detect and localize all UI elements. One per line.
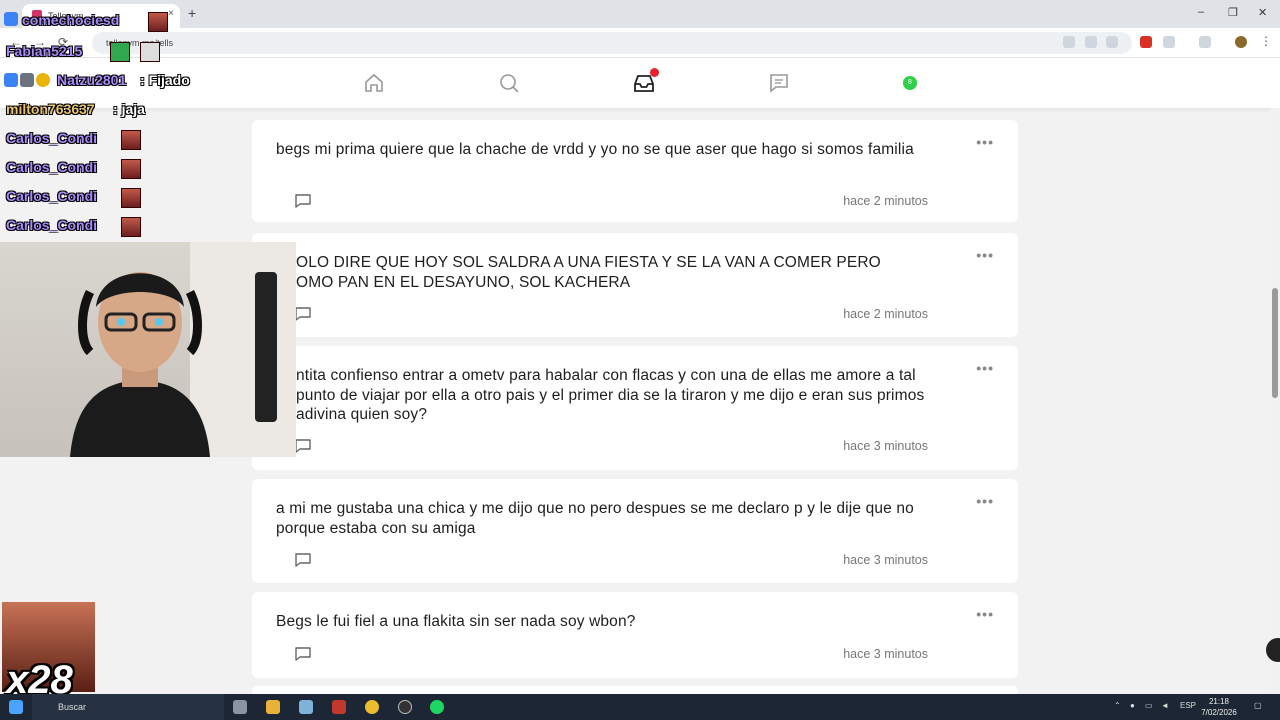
emote-icon — [140, 42, 160, 62]
microphone — [255, 272, 277, 422]
tell-timestamp: hace 3 minutos — [843, 553, 928, 567]
chat-username: Fabian5215 — [6, 43, 83, 59]
taskbar-search[interactable]: Buscar — [32, 694, 224, 720]
emote-icon — [121, 130, 141, 150]
clock-time: 21:18 — [1208, 697, 1230, 706]
search-placeholder: Buscar — [58, 702, 87, 712]
emote-icon — [121, 188, 141, 208]
tell-timestamp: hace 2 minutos — [843, 194, 928, 208]
more-options-icon[interactable]: ••• — [976, 360, 994, 376]
app-icon[interactable] — [332, 700, 346, 714]
webcam-overlay — [0, 242, 296, 457]
tab-close-icon[interactable]: × — [168, 8, 174, 19]
network-icon[interactable]: ▭ — [1145, 701, 1153, 710]
new-tab-button[interactable]: + — [188, 5, 196, 21]
search-icon[interactable] — [498, 72, 520, 94]
clock-date: 7/02/2026 — [1201, 708, 1237, 717]
tell-text: OLO DIRE QUE HOY SOL SALDRA A UNA FIESTA… — [296, 254, 881, 291]
app-navigation: 8 — [0, 58, 1280, 108]
chat-username: Carlos_Condi — [6, 217, 98, 233]
emote-icon — [121, 217, 141, 237]
obs-icon[interactable] — [398, 700, 412, 714]
address-bar: ← → ⟳ tellonym.me/tells ⋮ — [0, 28, 1280, 58]
notifications-icon[interactable]: ▢ — [1254, 701, 1262, 710]
star-icon[interactable] — [1106, 36, 1118, 48]
chat-message: : Fijado — [140, 72, 190, 88]
chat-username: Carlos_Condi — [6, 159, 98, 175]
tell-timestamp: hace 3 minutos — [843, 439, 928, 453]
chat-username: milton763637 — [6, 101, 95, 117]
notification-dot — [650, 68, 659, 77]
comment-icon[interactable] — [294, 438, 312, 454]
tell-card: OLO DIRE QUE HOY SOL SALDRA A UNA FIESTA… — [252, 233, 1018, 337]
emote-icon — [148, 12, 168, 32]
tray-chevron-icon[interactable]: ⌃ — [1114, 701, 1121, 710]
chat-badge-icon — [20, 73, 34, 87]
tell-text: Begs le fui fiel a una flakita sin ser n… — [276, 613, 636, 630]
more-options-icon[interactable]: ••• — [976, 134, 994, 150]
tell-text: a mi me gustaba una chica y me dijo que … — [276, 500, 914, 537]
menu-icon[interactable]: ⋮ — [1260, 34, 1272, 48]
spotify-icon[interactable] — [430, 700, 444, 714]
url-input[interactable]: tellonym.me/tells — [92, 32, 1132, 54]
chrome-icon[interactable] — [365, 700, 379, 714]
tell-card: Begs le fui fiel a una flakita sin ser n… — [252, 592, 1018, 678]
tell-card: ntita confienso entrar a ometv para haba… — [252, 346, 1018, 470]
close-window-button[interactable]: ✕ — [1258, 6, 1267, 19]
puzzle-icon[interactable] — [1163, 36, 1175, 48]
volume-icon[interactable]: ◄ — [1161, 701, 1169, 710]
comment-icon[interactable] — [294, 306, 312, 322]
tell-card: begs mi prima quiere que la chache de vr… — [252, 120, 1018, 222]
task-view-icon[interactable] — [233, 700, 247, 714]
side-panel-button[interactable] — [1266, 638, 1280, 662]
comment-icon[interactable] — [294, 193, 312, 209]
page-scrollbar[interactable] — [1270, 108, 1280, 694]
tell-text: ntita confienso entrar a ometv para haba… — [296, 367, 925, 423]
avatar[interactable] — [1235, 36, 1247, 48]
streamer-image — [70, 272, 210, 457]
windows-taskbar: Buscar ⌃ ● ▭ ◄ ESP 21:18 7/02/2026 ▢ — [0, 694, 1280, 720]
profile-icon[interactable]: 8 — [903, 76, 917, 90]
home-icon[interactable] — [363, 72, 385, 94]
more-options-icon[interactable]: ••• — [976, 247, 994, 263]
notepad-icon[interactable] — [299, 700, 313, 714]
comment-icon[interactable] — [294, 552, 312, 568]
microphone-icon[interactable]: ● — [1130, 701, 1135, 710]
emote-icon — [121, 159, 141, 179]
windows-start-icon[interactable] — [9, 700, 23, 714]
taskbar-clock[interactable]: 21:18 7/02/2026 — [1198, 696, 1240, 718]
maximize-button[interactable]: ❐ — [1228, 6, 1238, 19]
extension-icon[interactable] — [1140, 36, 1152, 48]
chat-badge-icon — [4, 12, 18, 26]
tell-timestamp: hace 2 minutos — [843, 307, 928, 321]
tell-text: begs mi prima quiere que la chache de vr… — [276, 141, 914, 158]
emote-icon — [110, 42, 130, 62]
comment-icon[interactable] — [294, 646, 312, 662]
sidebar-icon[interactable] — [1199, 36, 1211, 48]
file-explorer-icon[interactable] — [266, 700, 280, 714]
scroll-thumb[interactable] — [1272, 288, 1278, 398]
chat-username: Carlos_Condi — [6, 188, 98, 204]
chat-badge-icon — [4, 73, 18, 87]
coin-icon — [36, 73, 50, 87]
chat-username: Natzu2801 — [57, 72, 127, 88]
more-options-icon[interactable]: ••• — [976, 493, 994, 509]
chat-username: comechociesd — [22, 12, 120, 28]
chat-icon[interactable] — [768, 72, 790, 94]
chat-username: Carlos_Condi — [6, 130, 98, 146]
minimize-button[interactable]: – — [1198, 6, 1204, 18]
language-indicator[interactable]: ESP — [1180, 701, 1196, 710]
browser-tab-bar: Tellonym × + – ❐ ✕ — [0, 0, 1280, 28]
translate-icon[interactable] — [1063, 36, 1075, 48]
tell-timestamp: hace 3 minutos — [843, 647, 928, 661]
more-options-icon[interactable]: ••• — [976, 606, 994, 622]
tell-card: a mi me gustaba una chica y me dijo que … — [252, 479, 1018, 583]
chat-message: : jaja — [113, 101, 145, 117]
zoom-icon[interactable] — [1085, 36, 1097, 48]
